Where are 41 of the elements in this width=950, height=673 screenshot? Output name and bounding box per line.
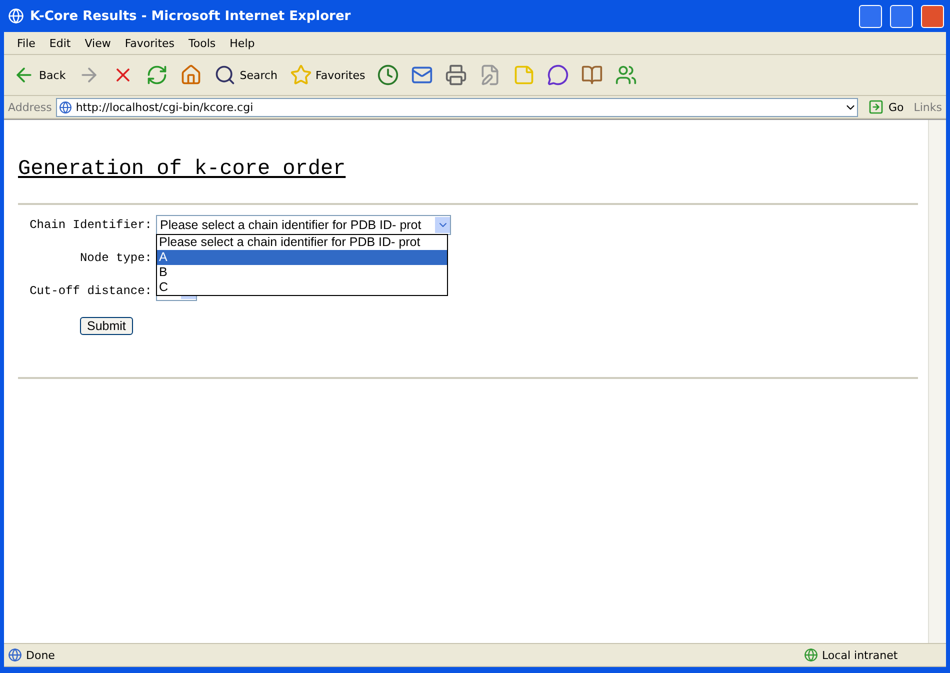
menu-item[interactable]: Tools <box>182 36 223 50</box>
research-icon <box>581 64 604 86</box>
edit-icon <box>479 64 502 86</box>
people-icon <box>615 64 638 86</box>
links-label[interactable]: Links <box>914 100 942 114</box>
submit-button[interactable]: Submit <box>80 317 133 335</box>
field-label: Chain Identifier: <box>28 218 153 232</box>
menu-item[interactable]: Help <box>222 36 262 50</box>
note-icon <box>513 64 536 86</box>
field-label: Cut-off distance: <box>28 284 153 298</box>
menu-item[interactable]: File <box>10 36 42 50</box>
search-button[interactable]: Search <box>210 62 281 88</box>
globe-icon <box>8 8 24 24</box>
address-field[interactable]: http://localhost/cgi-bin/kcore.cgi <box>56 98 858 116</box>
window-title: K-Core Results - Microsoft Internet Explorer <box>30 8 352 24</box>
select-value: Please select a chain identifier for PDB ID- prot <box>160 218 422 232</box>
field-label: Node type: <box>78 251 153 265</box>
discuss-icon <box>547 64 570 86</box>
status-text: Done <box>26 648 55 662</box>
address-text: http://localhost/cgi-bin/kcore.cgi <box>76 100 254 114</box>
chain-select[interactable]: Please select a chain identifier for PDB ID- prot <box>156 215 451 235</box>
address-label: Address <box>8 100 52 114</box>
zone-text: Local intranet <box>822 648 899 662</box>
search-icon <box>214 64 236 86</box>
page-heading: Generation of k-core order <box>18 158 347 181</box>
favorites-button[interactable]: Favorites <box>286 62 368 88</box>
refresh-icon <box>146 64 168 86</box>
go-button[interactable]: Go <box>862 99 910 115</box>
history-icon <box>377 64 400 86</box>
menu-item[interactable]: View <box>78 36 118 50</box>
back-button[interactable]: Back <box>10 62 69 88</box>
dropdown-option[interactable]: A <box>157 250 447 265</box>
scrollbar[interactable] <box>928 120 946 643</box>
menu-item[interactable]: Favorites <box>118 36 182 50</box>
printer-icon <box>445 64 468 86</box>
mail-icon <box>411 64 434 86</box>
home-icon <box>180 64 202 86</box>
globe-icon <box>804 648 818 662</box>
star-icon <box>290 64 312 86</box>
close-button[interactable] <box>921 4 944 28</box>
menu-item[interactable]: Edit <box>42 36 78 50</box>
